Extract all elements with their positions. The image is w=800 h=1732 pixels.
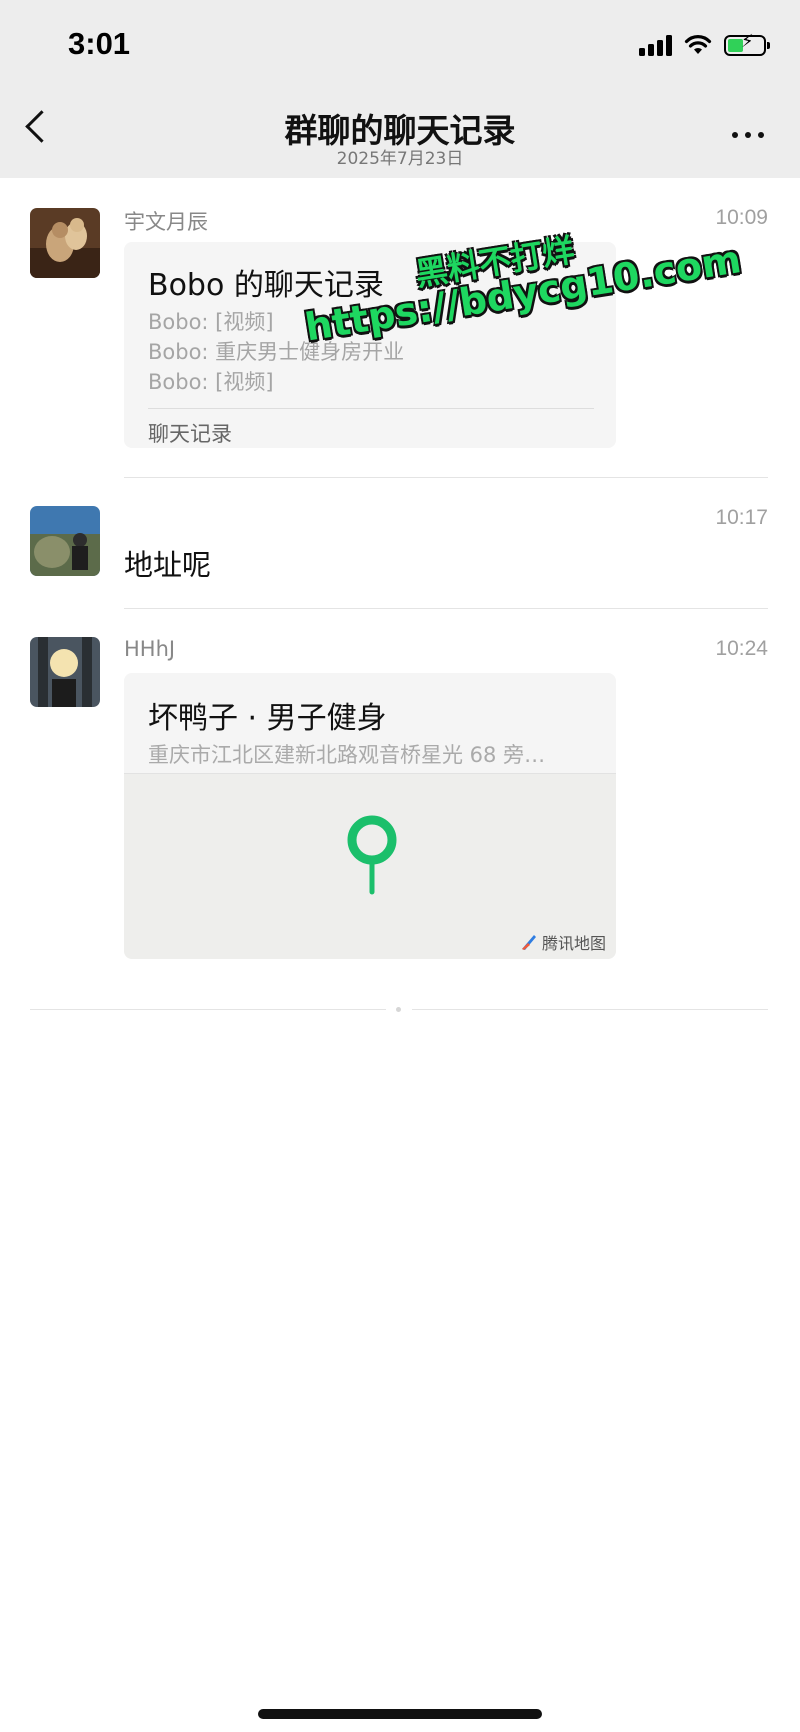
chat-record-line: Bobo: [视频]: [148, 310, 274, 334]
location-name: 坏鸭子 · 男子健身: [148, 701, 387, 736]
avatar[interactable]: [30, 506, 100, 576]
page-subtitle-date: 2025年7月23日: [336, 149, 464, 169]
map-pin-icon: [347, 815, 397, 895]
end-divider: [412, 1009, 768, 1010]
end-divider-dot: [396, 1007, 401, 1012]
home-indicator[interactable]: [258, 1709, 542, 1719]
sender-name: HHhJ: [124, 637, 176, 661]
sender-name: 宇文月辰: [124, 210, 208, 234]
message-time: 10:24: [715, 637, 768, 660]
location-address: 重庆市江北区建新北路观音桥星光 68 旁…: [148, 743, 546, 767]
tencent-map-icon: [521, 935, 536, 950]
chat-record-card[interactable]: Bobo 的聊天记录 Bobo: [视频] Bobo: 重庆男士健身房开业 Bo…: [124, 242, 616, 448]
avatar[interactable]: [30, 637, 100, 707]
text-message[interactable]: 地址呢: [124, 542, 211, 584]
battery-icon: ⚡: [724, 32, 770, 56]
cellular-signal-icon: [639, 34, 672, 56]
nav-header: 3:01 ⚡ 群聊的聊天记录 2025年7月23日: [0, 0, 800, 178]
message-time: 10:09: [715, 206, 768, 229]
message-time: 10:17: [715, 506, 768, 529]
end-divider: [30, 1009, 386, 1010]
message-separator: [124, 608, 768, 609]
chat-record-footer: 聊天记录: [148, 422, 232, 446]
location-card[interactable]: 坏鸭子 · 男子健身 重庆市江北区建新北路观音桥星光 68 旁… 腾讯地图: [124, 673, 616, 959]
status-icons: ⚡: [639, 32, 770, 56]
card-divider: [148, 408, 594, 409]
chat-record-line: Bobo: 重庆男士健身房开业: [148, 340, 405, 364]
avatar[interactable]: [30, 208, 100, 278]
status-time: 3:01: [68, 26, 131, 61]
map-provider: 腾讯地图: [520, 930, 606, 954]
chat-record-title: Bobo 的聊天记录: [148, 268, 384, 303]
wifi-icon: [684, 35, 712, 54]
chat-record-line: Bobo: [视频]: [148, 370, 274, 394]
message-separator: [124, 477, 768, 478]
map-preview[interactable]: 腾讯地图: [124, 773, 616, 959]
more-options-button[interactable]: [732, 132, 764, 138]
map-provider-label: 腾讯地图: [541, 934, 606, 953]
